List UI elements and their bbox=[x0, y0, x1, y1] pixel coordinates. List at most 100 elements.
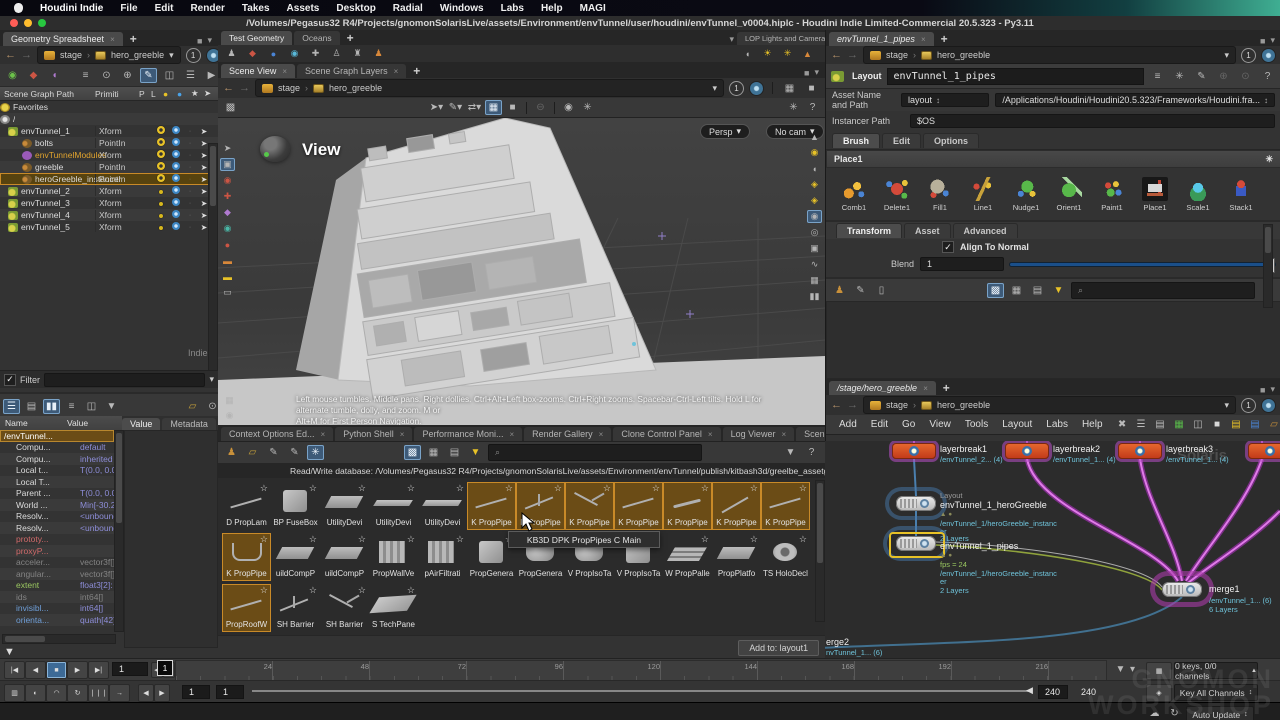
node-envtunnel1-pipes[interactable] bbox=[896, 536, 936, 551]
filter-checkbox[interactable]: ✓ bbox=[4, 374, 16, 386]
favorite-star-icon[interactable]: ☆ bbox=[309, 483, 317, 494]
tab-clone-control[interactable]: Clone Control Panel× bbox=[613, 427, 720, 441]
param-hscroll[interactable] bbox=[2, 634, 116, 644]
tree-row[interactable]: heroGreeble_instancer PointIn · ➤ bbox=[0, 173, 218, 185]
draw-mode-dot[interactable]: · bbox=[184, 200, 196, 207]
filter-funnel-icon[interactable]: ▼ bbox=[103, 399, 120, 414]
tab-scene-view[interactable]: Scene View× bbox=[221, 64, 295, 78]
tab-asset[interactable]: Asset bbox=[904, 223, 951, 238]
param-row[interactable]: Parent ... T(0.0, 0.0, 0 bbox=[0, 488, 114, 500]
favorite-star-icon[interactable]: ☆ bbox=[750, 534, 758, 545]
draw-mode-dot[interactable]: · bbox=[184, 128, 196, 135]
display-normals-icon[interactable]: ▲ bbox=[807, 130, 822, 143]
crumb-node[interactable]: hero_greeble bbox=[329, 83, 382, 93]
render-view-icon[interactable]: ◉ bbox=[560, 100, 577, 115]
tool-luiz-icon[interactable]: ♟ bbox=[371, 47, 386, 60]
activation-toggle[interactable] bbox=[155, 198, 167, 208]
asset-cell[interactable]: ☆ W PropPalle bbox=[663, 533, 712, 581]
favorite-star-icon[interactable]: ☆ bbox=[358, 585, 366, 596]
close-icon[interactable]: × bbox=[110, 35, 115, 44]
tool-rubbertoy-icon[interactable]: ♟ bbox=[224, 47, 239, 60]
tree-row[interactable]: Favorites · ➤ bbox=[0, 101, 218, 113]
brush-tool[interactable]: Paint1 bbox=[1092, 177, 1132, 212]
align-to-normal-checkbox[interactable]: ✓ bbox=[942, 241, 954, 253]
col-name[interactable]: Name bbox=[0, 418, 67, 428]
brush-icon[interactable]: ✎ bbox=[1193, 69, 1210, 84]
terrain-icon[interactable]: ◉ bbox=[220, 222, 235, 235]
dropdown-icon[interactable]: ▾ bbox=[712, 83, 717, 94]
param-row[interactable]: proxyP... bbox=[0, 545, 114, 557]
draw-mode-dot[interactable]: · bbox=[184, 152, 196, 159]
displacement-icon[interactable]: ◉ bbox=[807, 210, 822, 223]
favorite-star-icon[interactable]: ☆ bbox=[260, 534, 268, 545]
favorite-star-icon[interactable]: ☆ bbox=[358, 534, 366, 545]
favorite-star-icon[interactable]: ☆ bbox=[309, 585, 317, 596]
tree-row[interactable]: envTunnelModules Xform · ➤ bbox=[0, 149, 218, 161]
param-row[interactable]: angular... vector3f[] bbox=[0, 568, 114, 580]
asset-cell[interactable]: ☆ pAirFiltrati bbox=[418, 533, 467, 581]
tree-row[interactable]: / · ➤ bbox=[0, 113, 218, 125]
tumble-ball-icon[interactable] bbox=[260, 136, 290, 162]
node-label[interactable]: envTunnel_3 bbox=[21, 198, 70, 208]
channels-icon[interactable]: ≡ bbox=[1149, 69, 1166, 84]
tree-row[interactable]: envTunnel_3 Xform · ➤ bbox=[0, 197, 218, 209]
pane-maximize-icon[interactable]: ■ bbox=[1260, 385, 1265, 395]
network-menu-item[interactable]: Help bbox=[1075, 417, 1110, 432]
menu-item[interactable]: Render bbox=[190, 3, 224, 14]
param-name[interactable]: acceler... bbox=[0, 557, 80, 567]
tree-row[interactable]: greeble PointIn · ➤ bbox=[0, 161, 218, 173]
flat-list-icon[interactable]: ☰ bbox=[182, 68, 199, 83]
draw-mode-dot[interactable]: · bbox=[184, 224, 196, 231]
visibility-toggle[interactable] bbox=[170, 150, 182, 160]
param-name[interactable]: angular... bbox=[0, 569, 80, 579]
tool-crag-icon[interactable]: ♜ bbox=[350, 47, 365, 60]
asset-cell[interactable]: ☆ BP FuseBox bbox=[271, 482, 320, 530]
persp-camera-pill[interactable]: Persp▾ bbox=[700, 124, 750, 139]
activation-toggle[interactable] bbox=[155, 138, 167, 148]
tag-icon[interactable]: ✎ bbox=[852, 283, 869, 298]
col-scene-graph-path[interactable]: Scene Graph Path bbox=[0, 89, 95, 99]
network-menu-item[interactable]: View bbox=[922, 417, 958, 432]
brush-icon[interactable] bbox=[970, 177, 996, 201]
crumb-node[interactable]: hero_greeble bbox=[937, 400, 990, 410]
favorite-star-icon[interactable]: ☆ bbox=[701, 534, 709, 545]
range-playback-end-field[interactable]: 240 bbox=[1038, 685, 1068, 699]
param-row[interactable]: orienta... quath[42]: bbox=[0, 614, 114, 626]
tab-context-options[interactable]: Context Options Ed...× bbox=[221, 427, 333, 441]
favorite-star-icon[interactable]: ☆ bbox=[701, 483, 709, 494]
tab-performance-monitor[interactable]: Performance Moni...× bbox=[414, 427, 522, 441]
param-row[interactable]: Compu... default bbox=[0, 442, 114, 454]
shelf-tab-test-geometry[interactable]: Test Geometry bbox=[221, 31, 292, 45]
tab-transform[interactable]: Transform bbox=[836, 223, 902, 238]
node-label[interactable]: envTunnel_5 bbox=[21, 222, 70, 232]
brush-icon[interactable] bbox=[841, 177, 867, 201]
asset-cell[interactable]: ☆ K PropPipe bbox=[712, 482, 761, 530]
pane-menu-icon[interactable]: ▾ bbox=[207, 35, 212, 46]
wire-shaded-icon[interactable]: ◎ bbox=[807, 226, 822, 239]
activation-toggle[interactable] bbox=[155, 150, 167, 160]
node-help-icon[interactable]: ? bbox=[1259, 69, 1276, 84]
pane-maximize-icon[interactable]: ■ bbox=[1260, 36, 1265, 46]
asset-cell[interactable]: ☆ K PropPipe bbox=[614, 482, 663, 530]
brush-tool[interactable]: Orient1 bbox=[1049, 177, 1089, 212]
param-row[interactable]: extent float3[2]: [( bbox=[0, 580, 114, 592]
grid-small-icon[interactable]: ▩ bbox=[404, 445, 421, 460]
network-menu-item[interactable]: Tools bbox=[958, 417, 995, 432]
link-badge[interactable]: 1 bbox=[1241, 398, 1256, 413]
visibility-toggle[interactable] bbox=[170, 210, 182, 220]
sim-reset-icon[interactable]: ↻ bbox=[67, 684, 88, 702]
node-label[interactable]: greeble bbox=[35, 162, 63, 172]
node-name-input[interactable]: envTunnel_1_pipes bbox=[887, 68, 1144, 85]
menu-item[interactable]: MAGI bbox=[580, 3, 606, 14]
tree-scr ollbar[interactable] bbox=[208, 143, 218, 377]
param-name[interactable]: invisibl... bbox=[0, 603, 80, 613]
node-layerbreak3[interactable] bbox=[1118, 443, 1162, 459]
param-row[interactable]: ids int64[] bbox=[0, 591, 114, 603]
draw-mode-dot[interactable]: · bbox=[184, 140, 196, 147]
brush-icon[interactable] bbox=[1013, 177, 1039, 201]
render-settings-icon[interactable]: ✳ bbox=[579, 100, 596, 115]
param-name[interactable]: Compu... bbox=[0, 442, 80, 452]
forward-icon[interactable]: → bbox=[847, 49, 858, 61]
activation-toggle[interactable] bbox=[155, 126, 167, 136]
tool-pighead-icon[interactable]: ◆ bbox=[245, 47, 260, 60]
